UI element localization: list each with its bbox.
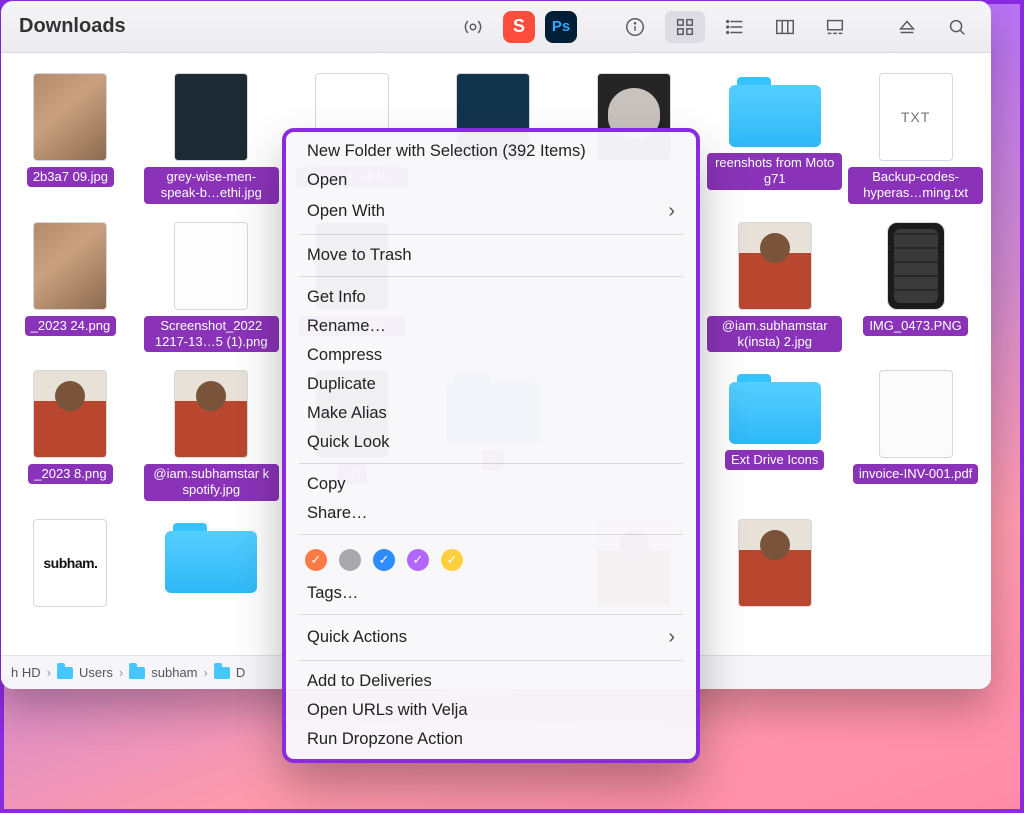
file-label: reenshots from Moto g71 [707,153,842,190]
file-thumbnail [174,222,248,310]
file-label: Backup-codes-hyperas…ming.txt [848,167,983,204]
file-item[interactable]: 2b3a7 09.jpg [3,73,138,204]
menu-new-folder-selection[interactable]: New Folder with Selection (392 Items) [285,137,697,166]
view-columns-button[interactable] [765,11,805,43]
file-item[interactable]: subham. [3,519,138,607]
path-crumb[interactable]: h HD [11,665,41,680]
file-label: Ext Drive Icons [725,450,824,470]
menu-move-to-trash[interactable]: Move to Trash [285,241,697,270]
path-crumb[interactable]: Users [57,665,113,680]
view-list-button[interactable] [715,11,755,43]
file-label: 2b3a7 09.jpg [27,167,114,187]
window-title: Downloads [19,15,126,38]
view-icons-button[interactable] [665,11,705,43]
file-label: grey-wise-men-speak-b…ethi.jpg [144,167,279,204]
menu-open[interactable]: Open [285,166,697,195]
menu-tags[interactable]: Tags… [285,579,697,608]
file-item[interactable] [707,519,842,607]
file-item[interactable]: Ext Drive Icons [707,370,842,501]
menu-run-dropzone[interactable]: Run Dropzone Action [285,725,697,754]
file-thumbnail [33,370,107,458]
file-thumbnail: TXT [879,73,953,161]
file-item[interactable]: invoice-INV-001.pdf [848,370,983,501]
file-item[interactable]: _2023 24.png [3,222,138,353]
info-icon[interactable] [615,11,655,43]
menu-make-alias[interactable]: Make Alias [285,399,697,428]
menu-share[interactable]: Share… [285,499,697,528]
file-item[interactable]: _2023 8.png [3,370,138,501]
tag-yellow[interactable]: ✓ [441,549,463,571]
view-gallery-button[interactable] [815,11,855,43]
menu-copy[interactable]: Copy [285,470,697,499]
file-item[interactable] [848,519,983,607]
app-icon-photoshop[interactable]: Ps [545,11,577,43]
menu-tag-colors: ✓ ✓ ✓ ✓ [285,541,697,579]
tag-purple[interactable]: ✓ [407,549,429,571]
file-thumbnail [738,519,812,607]
folder-icon [165,519,257,593]
file-label: @iam.subhamstar k spotify.jpg [144,464,279,501]
tag-gray[interactable] [339,549,361,571]
file-item[interactable]: @iam.subhamstar k(insta) 2.jpg [707,222,842,353]
menu-open-with[interactable]: Open With [285,195,697,228]
folder-icon [729,73,821,147]
context-menu: New Folder with Selection (392 Items) Op… [284,130,698,761]
file-item[interactable]: @iam.subhamstar k spotify.jpg [144,370,279,501]
tag-blue[interactable]: ✓ [373,549,395,571]
menu-compress[interactable]: Compress [285,341,697,370]
file-thumbnail: subham. [33,519,107,607]
eject-icon[interactable] [887,11,927,43]
menu-quick-look[interactable]: Quick Look [285,428,697,457]
file-label: _2023 24.png [25,316,117,336]
file-item[interactable]: IMG_0473.PNG [848,222,983,353]
file-thumbnail [33,73,107,161]
file-label: @iam.subhamstar k(insta) 2.jpg [707,316,842,353]
menu-add-to-deliveries[interactable]: Add to Deliveries [285,667,697,696]
toolbar: Downloads S Ps [1,1,991,53]
file-thumbnail [33,222,107,310]
file-label: invoice-INV-001.pdf [853,464,978,484]
file-thumbnail [879,370,953,458]
file-item[interactable]: reenshots from Moto g71 [707,73,842,204]
file-label: _2023 8.png [28,464,112,484]
file-thumbnail [174,370,248,458]
menu-get-info[interactable]: Get Info [285,283,697,312]
menu-quick-actions[interactable]: Quick Actions [285,621,697,654]
menu-open-urls-velja[interactable]: Open URLs with Velja [285,696,697,725]
airdrop-icon[interactable] [453,11,493,43]
file-item[interactable]: Screenshot_2022 1217-13…5 (1).png [144,222,279,353]
file-thumbnail [887,222,945,310]
menu-duplicate[interactable]: Duplicate [285,370,697,399]
file-label: Screenshot_2022 1217-13…5 (1).png [144,316,279,353]
file-label: IMG_0473.PNG [863,316,968,336]
file-item[interactable]: grey-wise-men-speak-b…ethi.jpg [144,73,279,204]
file-item[interactable]: TXT Backup-codes-hyperas…ming.txt [848,73,983,204]
file-thumbnail [738,222,812,310]
path-crumb[interactable]: subham [129,665,197,680]
file-thumbnail [174,73,248,161]
tag-red[interactable]: ✓ [305,549,327,571]
menu-rename[interactable]: Rename… [285,312,697,341]
search-icon[interactable] [937,11,977,43]
folder-icon [729,370,821,444]
path-crumb[interactable]: D [214,665,245,680]
file-item[interactable] [144,519,279,607]
app-icon-s[interactable]: S [503,11,535,43]
